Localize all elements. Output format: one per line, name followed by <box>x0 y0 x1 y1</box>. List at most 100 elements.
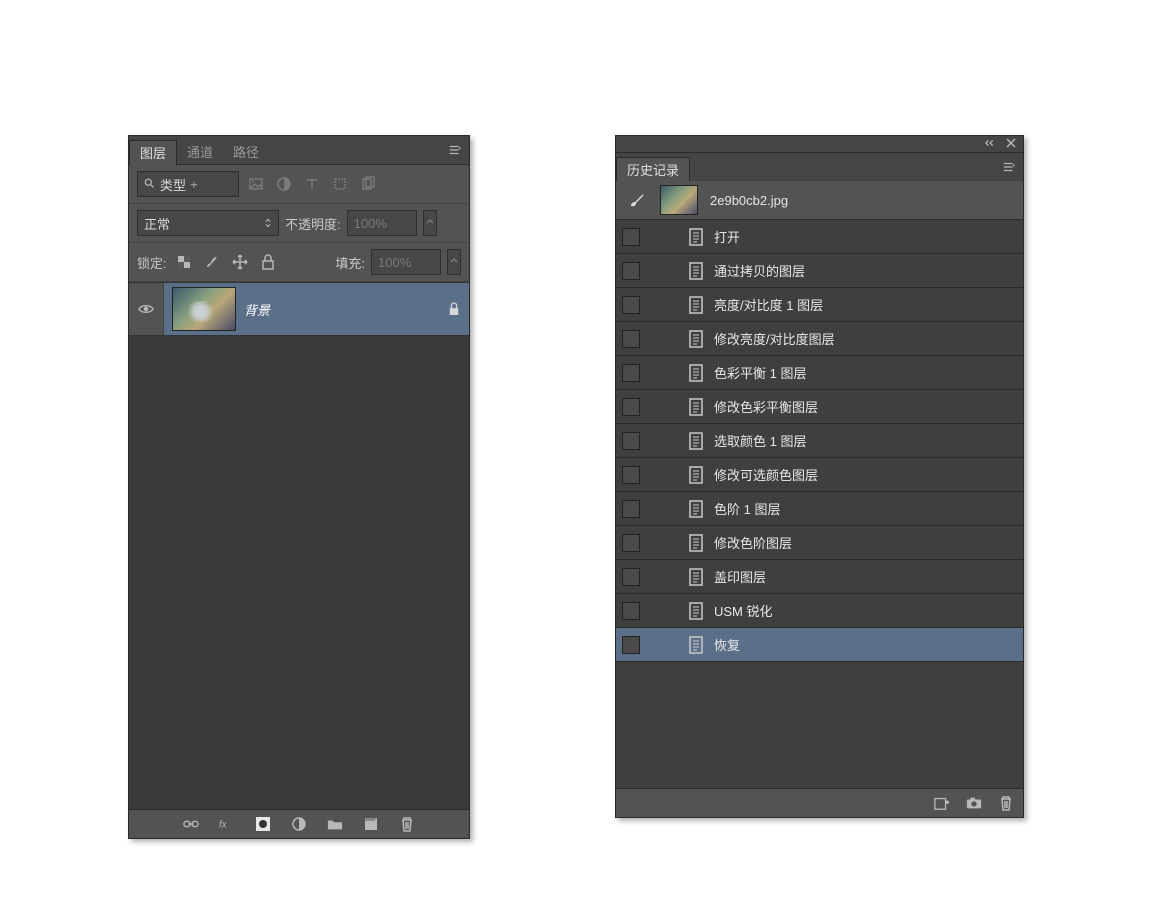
history-step-label: USM 锐化 <box>714 601 773 620</box>
history-source-checkbox[interactable] <box>622 296 640 314</box>
history-panel-menu-icon[interactable] <box>995 153 1023 181</box>
history-footer <box>616 788 1023 817</box>
lock-icon <box>439 302 469 316</box>
lock-all-icon[interactable] <box>257 251 279 273</box>
lock-paint-icon[interactable] <box>201 251 223 273</box>
lock-row: 锁定: 填充: 100% <box>129 243 469 282</box>
fx-icon[interactable]: fx <box>218 815 236 833</box>
history-step-label: 修改可选颜色图层 <box>714 465 818 484</box>
filter-pixel-icon[interactable] <box>245 173 267 195</box>
new-document-from-state-icon[interactable] <box>933 794 951 812</box>
document-icon <box>688 500 704 518</box>
history-row[interactable]: 色彩平衡 1 图层 <box>616 356 1023 390</box>
layer-thumbnail[interactable] <box>172 287 236 331</box>
filter-smart-icon[interactable] <box>357 173 379 195</box>
history-row[interactable]: 修改色彩平衡图层 <box>616 390 1023 424</box>
tab-layers[interactable]: 图层 <box>129 140 177 165</box>
blend-mode-dropdown[interactable]: 正常 <box>137 210 279 236</box>
document-icon <box>688 296 704 314</box>
filter-adjustment-icon[interactable] <box>273 173 295 195</box>
blend-row: 正常 不透明度: 100% <box>129 204 469 243</box>
filter-shape-icon[interactable] <box>329 173 351 195</box>
filter-type-dropdown[interactable]: 类型 <box>137 171 239 197</box>
history-brush-icon <box>626 189 648 211</box>
lock-label: 锁定: <box>137 253 167 272</box>
lock-move-icon[interactable] <box>229 251 251 273</box>
collapse-icon[interactable] <box>985 135 997 153</box>
history-step-label: 通过拷贝的图层 <box>714 261 805 280</box>
history-step-label: 修改亮度/对比度图层 <box>714 329 835 348</box>
panel-menu-icon[interactable] <box>441 136 469 164</box>
history-row[interactable]: 修改色阶图层 <box>616 526 1023 560</box>
tabs-row: 图层 通道 路径 <box>129 136 469 165</box>
history-source-checkbox[interactable] <box>622 228 640 246</box>
snapshot-icon[interactable] <box>965 794 983 812</box>
history-source-row[interactable]: 2e9b0cb2.jpg <box>616 181 1023 220</box>
tab-channels[interactable]: 通道 <box>177 140 223 164</box>
opacity-input[interactable]: 100% <box>347 210 417 236</box>
history-source-checkbox[interactable] <box>622 432 640 450</box>
layers-list: 背景 <box>129 282 469 810</box>
history-row[interactable]: 盖印图层 <box>616 560 1023 594</box>
document-icon <box>688 568 704 586</box>
history-row[interactable]: 通过拷贝的图层 <box>616 254 1023 288</box>
history-step-label: 恢复 <box>714 635 740 654</box>
history-step-label: 亮度/对比度 1 图层 <box>714 295 823 314</box>
delete-state-icon[interactable] <box>997 794 1015 812</box>
history-row[interactable]: 修改亮度/对比度图层 <box>616 322 1023 356</box>
history-step-label: 色阶 1 图层 <box>714 499 780 518</box>
history-body: 2e9b0cb2.jpg 打开通过拷贝的图层亮度/对比度 1 图层修改亮度/对比… <box>616 181 1023 789</box>
history-row[interactable]: 恢复 <box>616 628 1023 662</box>
layer-name[interactable]: 背景 <box>244 300 439 319</box>
link-icon[interactable] <box>182 815 200 833</box>
history-filename: 2e9b0cb2.jpg <box>710 193 788 208</box>
history-source-checkbox[interactable] <box>622 500 640 518</box>
history-source-checkbox[interactable] <box>622 466 640 484</box>
history-source-checkbox[interactable] <box>622 330 640 348</box>
group-icon[interactable] <box>326 815 344 833</box>
layer-row[interactable]: 背景 <box>129 282 469 336</box>
visibility-toggle[interactable] <box>129 283 164 335</box>
filter-type-label: 类型 <box>160 175 186 194</box>
adjustment-icon[interactable] <box>290 815 308 833</box>
tab-paths[interactable]: 路径 <box>223 140 269 164</box>
mask-icon[interactable] <box>254 815 272 833</box>
blend-mode-value: 正常 <box>144 214 170 233</box>
history-source-checkbox[interactable] <box>622 398 640 416</box>
history-tabs: 历史记录 <box>616 153 1023 182</box>
new-layer-icon[interactable] <box>362 815 380 833</box>
history-row[interactable]: 亮度/对比度 1 图层 <box>616 288 1023 322</box>
history-step-label: 修改色彩平衡图层 <box>714 397 818 416</box>
trash-icon[interactable] <box>398 815 416 833</box>
history-source-checkbox[interactable] <box>622 568 640 586</box>
history-step-label: 修改色阶图层 <box>714 533 792 552</box>
history-step-label: 选取颜色 1 图层 <box>714 431 806 450</box>
history-source-checkbox[interactable] <box>622 262 640 280</box>
history-panel: 历史记录 2e9b0cb2.jpg 打开通过拷贝的图层亮度/对比度 1 图层修改… <box>615 135 1024 818</box>
history-step-label: 盖印图层 <box>714 567 766 586</box>
history-row[interactable]: 色阶 1 图层 <box>616 492 1023 526</box>
close-icon[interactable] <box>1005 135 1017 153</box>
document-icon <box>688 466 704 484</box>
document-icon <box>688 364 704 382</box>
fill-input[interactable]: 100% <box>371 249 441 275</box>
history-source-checkbox[interactable] <box>622 636 640 654</box>
layers-body: 类型 正常 不透明度: 100% 锁定: <box>129 165 469 810</box>
history-row[interactable]: 选取颜色 1 图层 <box>616 424 1023 458</box>
history-source-checkbox[interactable] <box>622 364 640 382</box>
filter-type-icon[interactable] <box>301 173 323 195</box>
opacity-label: 不透明度: <box>285 214 341 233</box>
history-row[interactable]: USM 锐化 <box>616 594 1023 628</box>
fill-stepper[interactable] <box>447 249 461 275</box>
history-source-checkbox[interactable] <box>622 534 640 552</box>
history-source-thumbnail <box>660 185 698 215</box>
opacity-stepper[interactable] <box>423 210 437 236</box>
history-row[interactable]: 打开 <box>616 220 1023 254</box>
collapse-bar <box>616 136 1023 153</box>
tab-history[interactable]: 历史记录 <box>616 157 690 182</box>
document-icon <box>688 262 704 280</box>
svg-text:fx: fx <box>219 820 228 831</box>
history-source-checkbox[interactable] <box>622 602 640 620</box>
history-row[interactable]: 修改可选颜色图层 <box>616 458 1023 492</box>
lock-transparent-icon[interactable] <box>173 251 195 273</box>
